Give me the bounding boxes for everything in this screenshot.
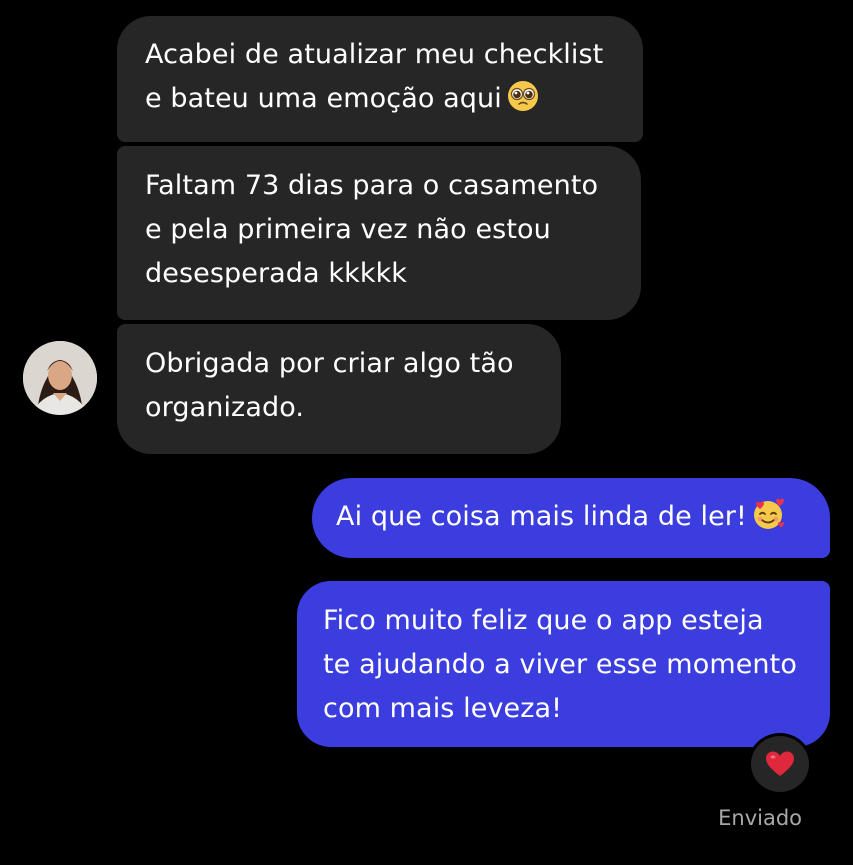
outgoing-message[interactable]: Fico muito feliz que o app esteja te aju…	[297, 581, 830, 747]
outgoing-message[interactable]: Ai que coisa mais linda de ler!	[312, 478, 830, 558]
pleading-face-emoji-icon	[507, 81, 538, 111]
message-status: Enviado	[718, 806, 802, 830]
avatar-photo	[23, 341, 97, 415]
incoming-message[interactable]: Obrigada por criar algo tão organizado.	[117, 324, 561, 454]
message-text: Obrigada por criar algo tão organizado.	[145, 348, 514, 423]
incoming-message[interactable]: Acabei de atualizar meu checklist e bate…	[117, 16, 643, 142]
contact-avatar[interactable]	[23, 341, 97, 415]
message-text: Fico muito feliz que o app esteja te aju…	[323, 605, 797, 724]
message-reaction[interactable]	[748, 733, 812, 795]
red-heart-icon	[766, 751, 794, 776]
message-text: Ai que coisa mais linda de ler!	[336, 501, 747, 532]
smiling-face-with-hearts-emoji-icon	[753, 498, 784, 529]
incoming-message[interactable]: Faltam 73 dias para o casamento e pela p…	[117, 146, 641, 320]
message-text: Faltam 73 dias para o casamento e pela p…	[145, 170, 599, 289]
